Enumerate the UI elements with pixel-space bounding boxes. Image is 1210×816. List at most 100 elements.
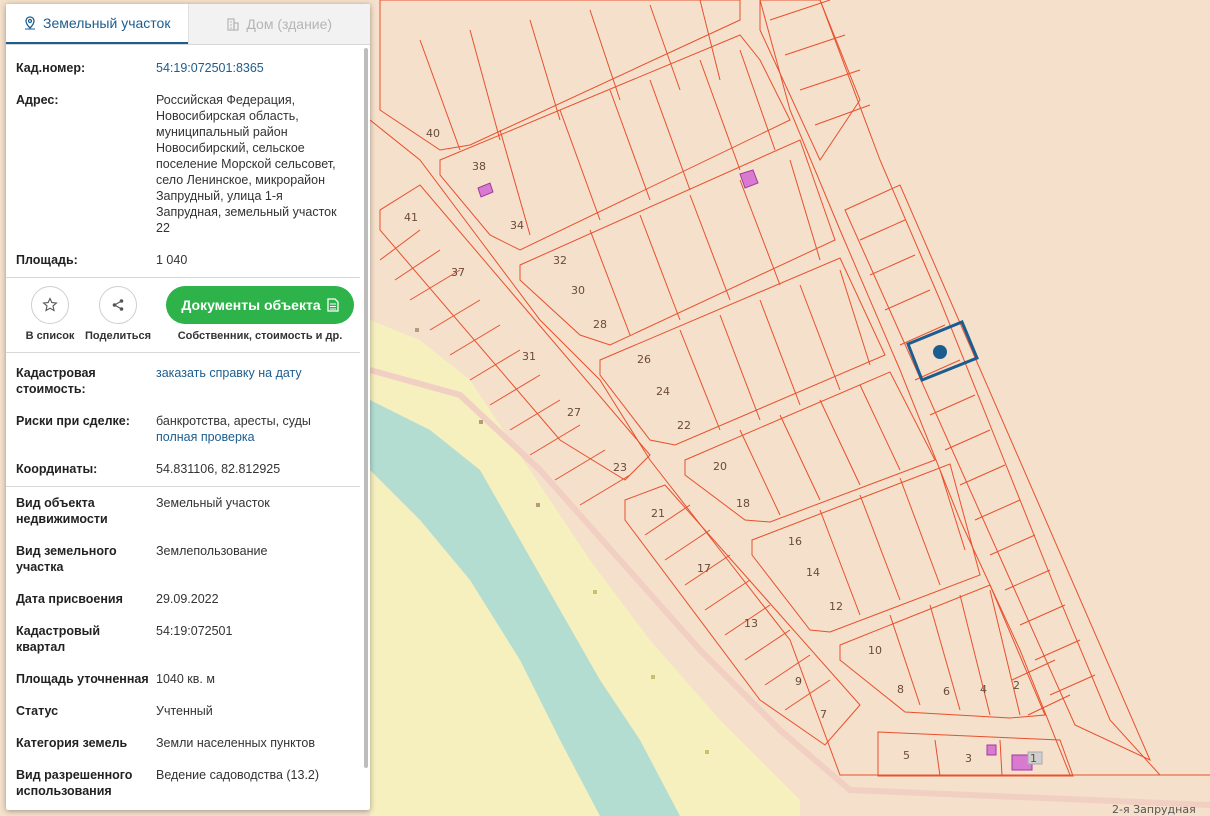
attribute-row: Категория земель Земли населенных пункто… <box>6 735 370 751</box>
attribute-label: Статус <box>16 704 59 718</box>
plot-number: 4 <box>980 683 987 696</box>
info-panel: Земельный участок Дом (здание) Кад.номер… <box>6 4 370 810</box>
plot-number: 38 <box>472 160 486 173</box>
plot-number: 24 <box>656 385 670 398</box>
attribute-value: Землепользование <box>156 544 268 558</box>
building-icon <box>227 18 240 31</box>
document-icon <box>326 298 339 312</box>
road-label: 2-я Запрудная <box>1112 803 1196 816</box>
plot-number: 34 <box>510 219 524 232</box>
plot-number: 28 <box>593 318 607 331</box>
attribute-row: Вид объекта недвижимости Земельный участ… <box>6 495 370 527</box>
star-icon <box>42 297 58 312</box>
plot-number: 27 <box>567 406 581 419</box>
tab-label: Дом (здание) <box>246 16 333 32</box>
kadnomer-row: Кад.номер: 54:19:072501:8365 <box>6 60 370 76</box>
attribute-value: Ведение садоводства (13.2) <box>156 768 320 782</box>
risks-label: Риски при сделке: <box>16 414 130 428</box>
tab-building[interactable]: Дом (здание) <box>187 4 370 44</box>
survey-point <box>705 750 709 754</box>
panel-content[interactable]: Кад.номер: 54:19:072501:8365 Адрес: Росс… <box>6 45 370 810</box>
share-icon <box>112 299 124 311</box>
attribute-value: Учтенный <box>156 704 213 718</box>
plot-number: 21 <box>651 507 665 520</box>
attribute-row: Кадастровый квартал 54:19:072501 <box>6 623 370 655</box>
plot-number: 40 <box>426 127 440 140</box>
attribute-label: Вид разрешенного использования <box>16 768 133 798</box>
survey-point <box>593 590 597 594</box>
plot-number: 12 <box>829 600 843 613</box>
area-value: 1 040 <box>156 253 188 267</box>
plot-number: 18 <box>736 497 750 510</box>
plot-number: 13 <box>744 617 758 630</box>
plot-number: 26 <box>637 353 651 366</box>
attribute-value: 29.09.2022 <box>156 592 219 606</box>
attributes-list: Вид объекта недвижимости Земельный участ… <box>6 495 370 799</box>
attribute-row: Статус Учтенный <box>6 703 370 719</box>
documents-sublabel: Собственник, стоимость и др. <box>177 330 343 342</box>
documents-button-label: Документы объекта <box>181 297 321 313</box>
plot-number: 9 <box>795 675 802 688</box>
plot-number: 32 <box>553 254 567 267</box>
survey-point <box>651 675 655 679</box>
attribute-value: 54:19:072501 <box>156 624 233 638</box>
risks-value: банкротства, аресты, суды <box>156 414 311 428</box>
plot-number: 37 <box>451 266 465 279</box>
favorite-label: В список <box>25 330 75 342</box>
documents-action: Документы объекта Собственник, стоимость… <box>166 286 354 342</box>
attribute-label: Кадастровый квартал <box>16 624 101 654</box>
area-row: Площадь: 1 040 <box>6 252 370 268</box>
plot-number: 31 <box>522 350 536 363</box>
attribute-label: Вид земельного участка <box>16 544 117 574</box>
plot-number: 1 <box>1030 752 1037 765</box>
share-button[interactable] <box>99 286 137 324</box>
attribute-row: Площадь уточненная 1040 кв. м <box>6 671 370 687</box>
plot-number: 22 <box>677 419 691 432</box>
attribute-value: Земли населенных пунктов <box>156 736 315 750</box>
favorite-button[interactable] <box>31 286 69 324</box>
attribute-label: Площадь уточненная <box>16 672 149 686</box>
share-action[interactable]: Поделиться <box>84 286 152 342</box>
share-label: Поделиться <box>84 330 152 342</box>
tab-label: Земельный участок <box>43 15 171 31</box>
tab-bar: Земельный участок Дом (здание) <box>6 4 370 45</box>
plot-number: 6 <box>943 685 950 698</box>
survey-point <box>415 328 419 332</box>
building[interactable] <box>986 744 997 756</box>
attribute-row: Дата присвоения 29.09.2022 <box>6 591 370 607</box>
attribute-value: Земельный участок <box>156 496 270 510</box>
address-label: Адрес: <box>16 93 59 107</box>
actions-bar: В список Поделиться Документы объекта Со… <box>6 278 370 346</box>
favorite-action[interactable]: В список <box>16 286 84 342</box>
plot-number: 10 <box>868 644 882 657</box>
survey-point <box>536 503 540 507</box>
cost-row: Кадастровая стоимость: заказать справку … <box>6 365 370 397</box>
attribute-label: Дата присвоения <box>16 592 123 606</box>
order-certificate-link[interactable]: заказать справку на дату <box>156 366 302 380</box>
coords-value: 54.831106, 82.812925 <box>156 462 281 476</box>
selected-parcel-marker[interactable] <box>933 345 947 359</box>
coords-row: Координаты: 54.831106, 82.812925 <box>6 461 370 477</box>
full-check-link[interactable]: полная проверка <box>156 430 255 444</box>
plot-number: 2 <box>1013 679 1020 692</box>
address-value: Российская Федерация, Новосибирская обла… <box>156 93 337 235</box>
map-pin-icon <box>25 16 36 30</box>
plot-number: 30 <box>571 284 585 297</box>
attribute-label: Категория земель <box>16 736 128 750</box>
plot-number: 8 <box>897 683 904 696</box>
area-label: Площадь: <box>16 253 78 267</box>
survey-point <box>479 420 483 424</box>
tab-land-plot[interactable]: Земельный участок <box>6 4 188 44</box>
plot-number: 5 <box>903 749 910 762</box>
address-row: Адрес: Российская Федерация, Новосибирск… <box>6 92 370 236</box>
scrollbar[interactable] <box>364 48 368 768</box>
attribute-label: Вид объекта недвижимости <box>16 496 108 526</box>
plot-number: 14 <box>806 566 820 579</box>
plot-number: 16 <box>788 535 802 548</box>
plot-number: 3 <box>965 752 972 765</box>
documents-button[interactable]: Документы объекта <box>166 286 354 324</box>
attribute-row: Вид разрешенного использования Ведение с… <box>6 767 370 799</box>
coords-label: Координаты: <box>16 462 98 476</box>
kadnomer-link[interactable]: 54:19:072501:8365 <box>156 61 264 75</box>
attribute-value: 1040 кв. м <box>156 672 215 686</box>
